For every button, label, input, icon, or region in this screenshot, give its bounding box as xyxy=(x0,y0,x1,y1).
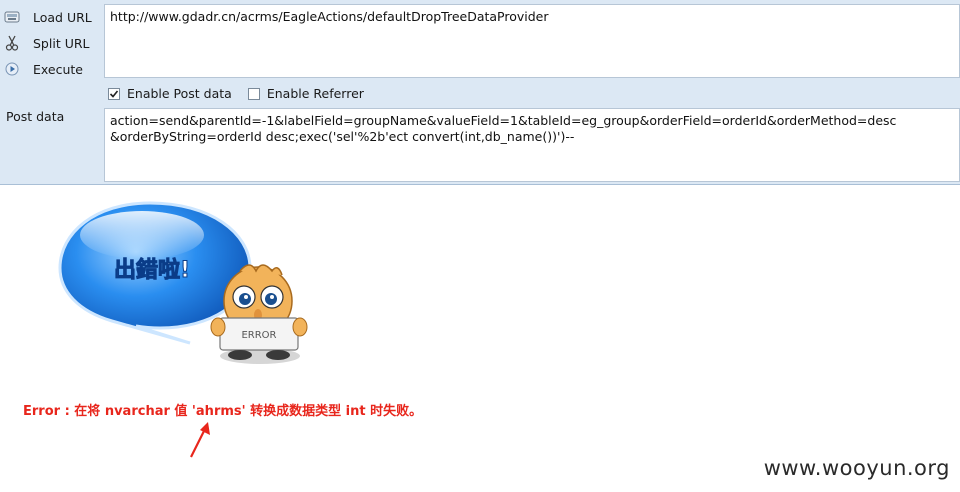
error-mascot-image: 出錯啦! ERROR xyxy=(58,201,308,364)
post-data-line: &orderByString=orderId desc;exec('sel'%2… xyxy=(110,129,575,144)
error-sign-text: ERROR xyxy=(241,330,276,341)
checkbox-checked-icon xyxy=(108,87,120,100)
execute-button[interactable]: Execute xyxy=(0,57,100,81)
post-data-label: Post data xyxy=(6,109,65,124)
post-data-line: action=send&parentId=-1&labelField=group… xyxy=(110,113,897,128)
enable-post-label: Enable Post data xyxy=(127,86,232,101)
bubble-text: 出錯啦! xyxy=(114,257,190,283)
enable-referrer-label: Enable Referrer xyxy=(266,86,364,101)
load-url-label: Load URL xyxy=(33,9,92,25)
enable-referrer-checkbox[interactable]: Enable Referrer xyxy=(247,86,364,101)
load-url-icon xyxy=(3,8,21,26)
url-value: http://www.gdadr.cn/acrms/EagleActions/d… xyxy=(110,9,549,24)
checkbox-unchecked-icon xyxy=(247,87,260,100)
post-data-input[interactable]: action=send&parentId=-1&labelField=group… xyxy=(104,108,960,182)
split-url-label: Split URL xyxy=(33,35,90,51)
execute-label: Execute xyxy=(33,61,83,77)
split-url-button[interactable]: Split URL xyxy=(0,31,100,55)
enable-post-checkbox[interactable]: Enable Post data xyxy=(108,86,232,101)
url-input[interactable]: http://www.gdadr.cn/acrms/EagleActions/d… xyxy=(104,4,960,78)
watermark: www.wooyun.org xyxy=(763,456,950,480)
error-message: Error : 在将 nvarchar 值 'ahrms' 转换成数据类型 in… xyxy=(23,404,423,419)
play-icon xyxy=(3,60,21,78)
scissors-icon xyxy=(3,34,21,52)
load-url-button[interactable]: Load URL xyxy=(0,5,100,29)
page-content: 出錯啦! ERROR Error : 在将 nvarchar 值 'ahrms'… xyxy=(0,185,960,492)
hackbar-toolbar: Load URL Split URL Execute http://www.gd… xyxy=(0,0,960,185)
options-row: Enable Post data Enable Referrer xyxy=(108,86,380,101)
red-arrow-icon xyxy=(190,422,210,458)
